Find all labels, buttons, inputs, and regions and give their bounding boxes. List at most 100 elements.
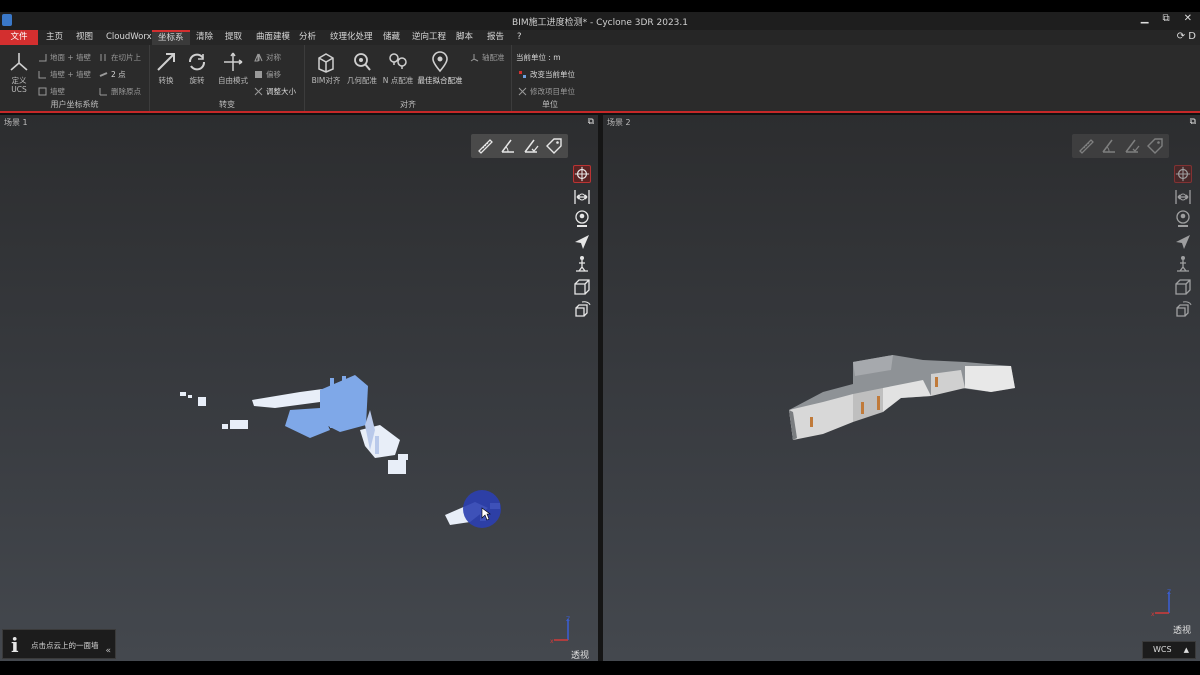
on-slice-button[interactable]: 在切片上: [99, 51, 141, 64]
menu-reverse-engineering[interactable]: 逆向工程: [406, 30, 452, 45]
symmetry-icon: [254, 53, 263, 62]
ruler-icon[interactable]: [476, 137, 494, 155]
align-group: BIM对齐 几何配准 N 点配准 最佳拟合配准 轴配准 对齐: [305, 45, 512, 111]
bim-building-icon: [318, 53, 334, 73]
scene-1-viewport[interactable]: 场景 1 ⧉ Z x 透视 i 点击点云上的一面墙 «: [0, 115, 598, 661]
best-fit-register-button[interactable]: 最佳拟合配准: [415, 49, 465, 93]
change-unit-button[interactable]: 改变当前单位: [518, 68, 575, 81]
orbit-target-icon[interactable]: [573, 165, 591, 183]
bim-align-button[interactable]: BIM对齐: [307, 49, 345, 93]
ribbon: 定义 UCS 地面 + 墙壁 墙壁 + 墙壁 墙壁 在切片上 2 点 删除原点 …: [0, 45, 1200, 113]
close-button[interactable]: ✕: [1184, 13, 1192, 24]
floor-wall-label: 地面 + 墙壁: [50, 53, 92, 62]
modify-unit-icon: [518, 87, 527, 96]
view-cube-icon[interactable]: [573, 278, 591, 296]
rotate-button[interactable]: 旋转: [178, 49, 216, 93]
axis-register-icon: [470, 54, 479, 62]
n-point-register-button[interactable]: N 点配准: [378, 49, 418, 93]
orbit-target-icon[interactable]: [1174, 165, 1192, 183]
two-points-button[interactable]: 2 点: [99, 68, 126, 81]
wall-wall-button[interactable]: 墙壁 + 墙壁: [38, 68, 91, 81]
menu-view[interactable]: 视图: [70, 30, 99, 45]
bim-align-label: BIM对齐: [311, 76, 341, 85]
scene-2-viewport[interactable]: 场景 2 ⧉ Z x 透视 WCS ▲: [603, 115, 1200, 661]
window-title: BIM施工进度检测* - Cyclone 3DR 2023.1: [512, 18, 688, 28]
maximize-button[interactable]: ⧉: [1162, 13, 1169, 24]
offset-button[interactable]: 偏移: [254, 68, 281, 81]
examine-user-icon[interactable]: [573, 210, 591, 228]
menu-report[interactable]: 报告: [481, 30, 510, 45]
walk-person-icon[interactable]: [573, 255, 591, 273]
coord-system-dropdown[interactable]: WCS ▲: [1142, 641, 1196, 659]
ruler-icon[interactable]: [1077, 137, 1095, 155]
axis-register-label: 轴配准: [482, 53, 505, 62]
svg-text:Z: Z: [1167, 589, 1171, 596]
free-mode-button[interactable]: 自由模式: [213, 49, 253, 93]
wall-button[interactable]: 墙壁: [38, 85, 65, 98]
scene-1-popout-icon[interactable]: ⧉: [588, 117, 594, 127]
scene-2-axis-triad: Z x: [1151, 589, 1171, 618]
svg-text:x: x: [1151, 611, 1155, 618]
svg-text:x: x: [550, 638, 554, 645]
wall-icon: [38, 87, 47, 96]
hint-text: 点击点云上的一面墙: [31, 641, 99, 650]
menu-storage[interactable]: 储藏: [377, 30, 406, 45]
best-fit-register-label: 最佳拟合配准: [417, 76, 463, 85]
fly-arrow-icon[interactable]: [573, 233, 591, 251]
angle-check-icon[interactable]: [1123, 137, 1141, 155]
transform-group-label: 转变: [219, 100, 235, 109]
menu-file[interactable]: 文件: [0, 30, 38, 45]
modify-project-unit-button[interactable]: 修改项目单位: [518, 85, 575, 98]
hint-collapse-button[interactable]: «: [105, 646, 111, 656]
menu-coordinate-system[interactable]: 坐标系: [152, 30, 190, 45]
menu-clean[interactable]: 清除: [190, 30, 219, 45]
scene-1-nav-toolbar: [571, 165, 593, 325]
scene-1-view-mode[interactable]: 透视: [571, 648, 589, 661]
axis-register-button[interactable]: 轴配准: [470, 51, 505, 64]
free-mode-label: 自由模式: [218, 76, 248, 85]
fly-arrow-icon[interactable]: [1174, 233, 1192, 251]
fit-view-icon[interactable]: [1174, 188, 1192, 206]
symmetry-button[interactable]: 对称: [254, 51, 281, 64]
resize-label: 调整大小: [266, 87, 296, 96]
screen-bottom-band: [0, 661, 1200, 675]
menu-texturing[interactable]: 纹理化处理: [324, 30, 379, 45]
angle-measure-icon[interactable]: [1100, 137, 1118, 155]
rotate-icon: [189, 53, 205, 71]
examine-user-icon[interactable]: [1174, 210, 1192, 228]
scene-2-measure-toolbar: [1072, 134, 1169, 158]
mouse-cursor-icon: [481, 507, 491, 521]
angle-check-icon[interactable]: [522, 137, 540, 155]
refresh-control[interactable]: ⟳ D: [1177, 31, 1196, 42]
scene-2-popout-icon[interactable]: ⧉: [1190, 117, 1196, 127]
menu-script[interactable]: 脚本: [450, 30, 479, 45]
geometric-register-button[interactable]: 几何配准: [342, 49, 382, 93]
scene-2-view-mode[interactable]: 透视: [1173, 623, 1191, 636]
tag-label-icon[interactable]: [1146, 137, 1164, 155]
resize-button[interactable]: 调整大小: [254, 85, 296, 98]
fit-view-icon[interactable]: [573, 188, 591, 206]
tag-label-icon[interactable]: [545, 137, 563, 155]
menu-analysis[interactable]: 分析: [293, 30, 322, 45]
ucs-group-label: 用户坐标系统: [50, 100, 99, 109]
remove-origin-button[interactable]: 删除原点: [99, 85, 141, 98]
bim-model[interactable]: [783, 350, 1023, 450]
menu-surface-modeling[interactable]: 曲面建模: [250, 30, 296, 45]
menu-extract[interactable]: 提取: [219, 30, 248, 45]
walk-person-icon[interactable]: [1174, 255, 1192, 273]
refresh-icon: ⟳: [1176, 31, 1186, 42]
rotate-cube-icon[interactable]: [1174, 300, 1192, 318]
define-ucs-button[interactable]: 定义 UCS: [0, 49, 38, 94]
align-group-label: 对齐: [400, 100, 416, 109]
minimize-button[interactable]: ▁: [1141, 13, 1149, 24]
modify-project-unit-label: 修改项目单位: [530, 87, 575, 96]
scene-2-nav-toolbar: [1172, 165, 1194, 325]
menu-help[interactable]: ?: [511, 30, 528, 45]
menu-home[interactable]: 主页: [40, 30, 69, 45]
view-cube-icon[interactable]: [1174, 278, 1192, 296]
menu-cloudworx[interactable]: CloudWorx: [100, 30, 158, 45]
angle-measure-icon[interactable]: [499, 137, 517, 155]
ucs-axes-icon: [10, 53, 28, 71]
rotate-cube-icon[interactable]: [573, 300, 591, 318]
floor-wall-button[interactable]: 地面 + 墙壁: [38, 51, 91, 64]
